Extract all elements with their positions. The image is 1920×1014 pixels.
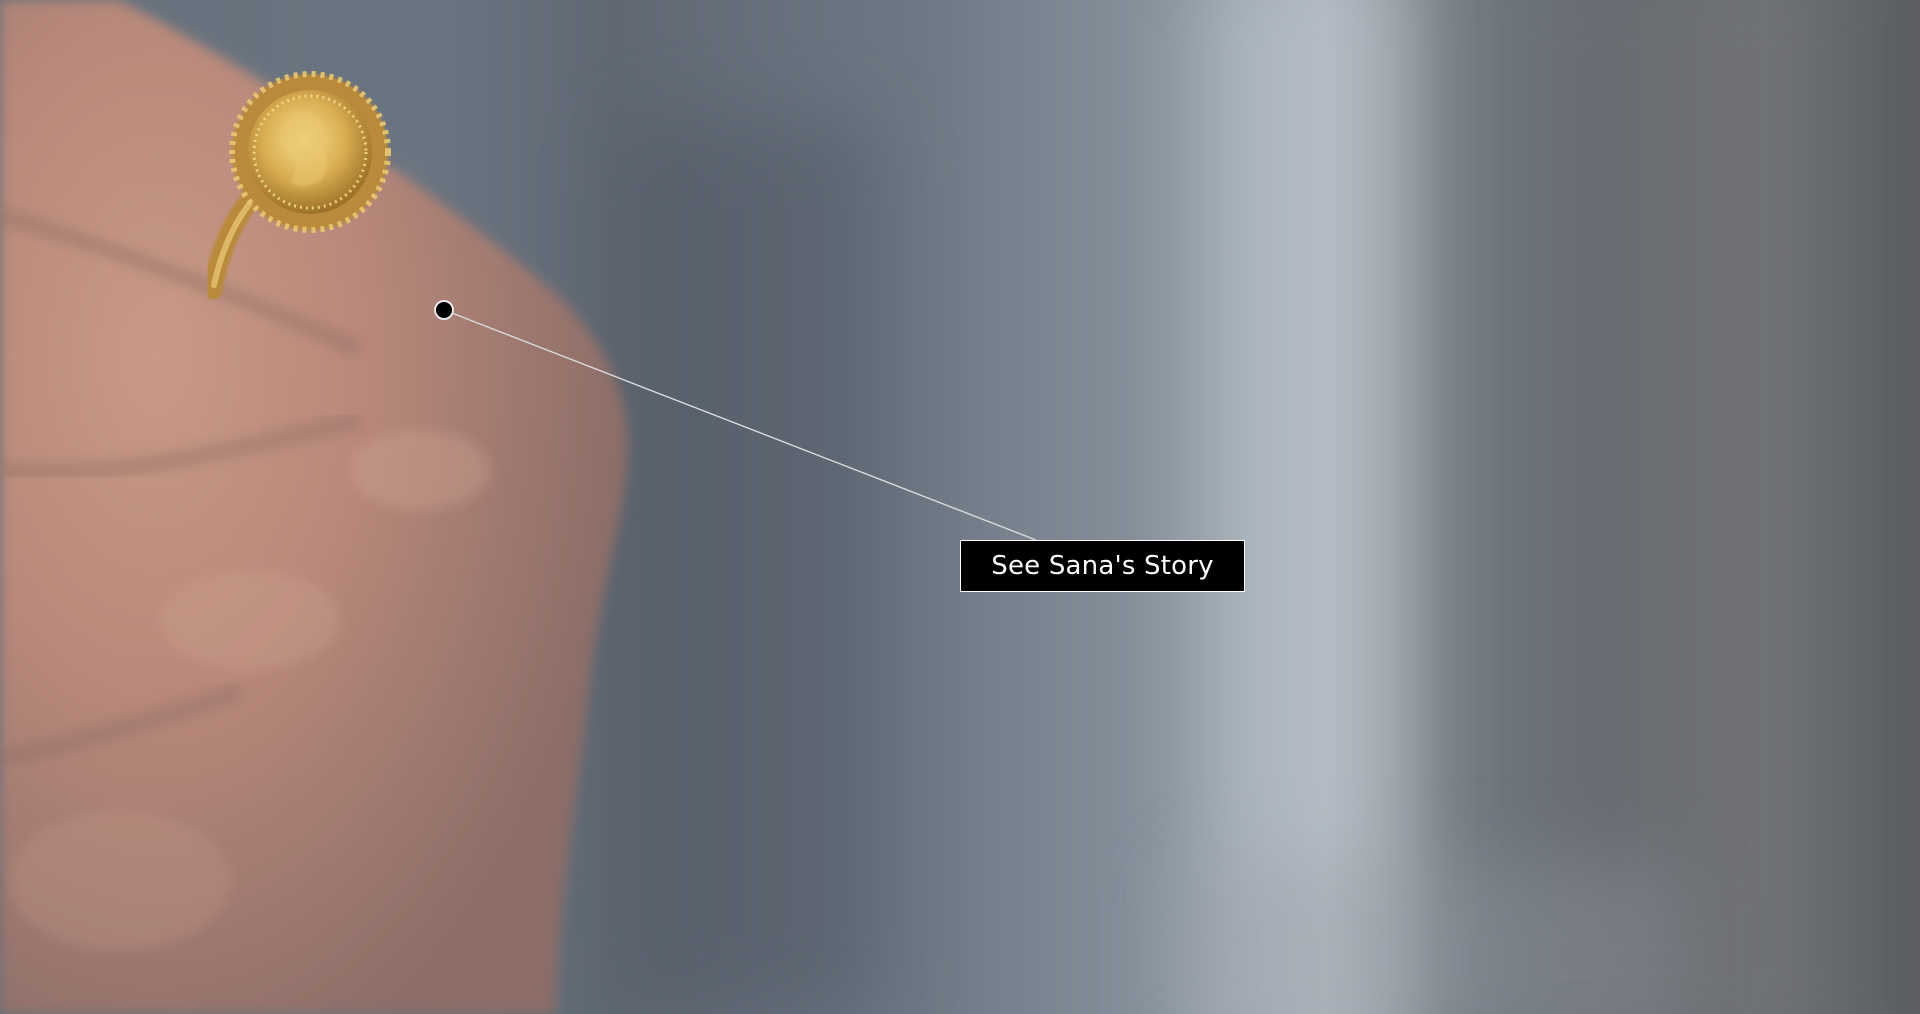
hand-with-ring-image (0, 0, 629, 1014)
background-photo: See Sana's Story (0, 0, 1920, 1014)
see-story-button[interactable]: See Sana's Story (960, 540, 1245, 592)
hotspot-dot-icon[interactable] (434, 300, 454, 320)
